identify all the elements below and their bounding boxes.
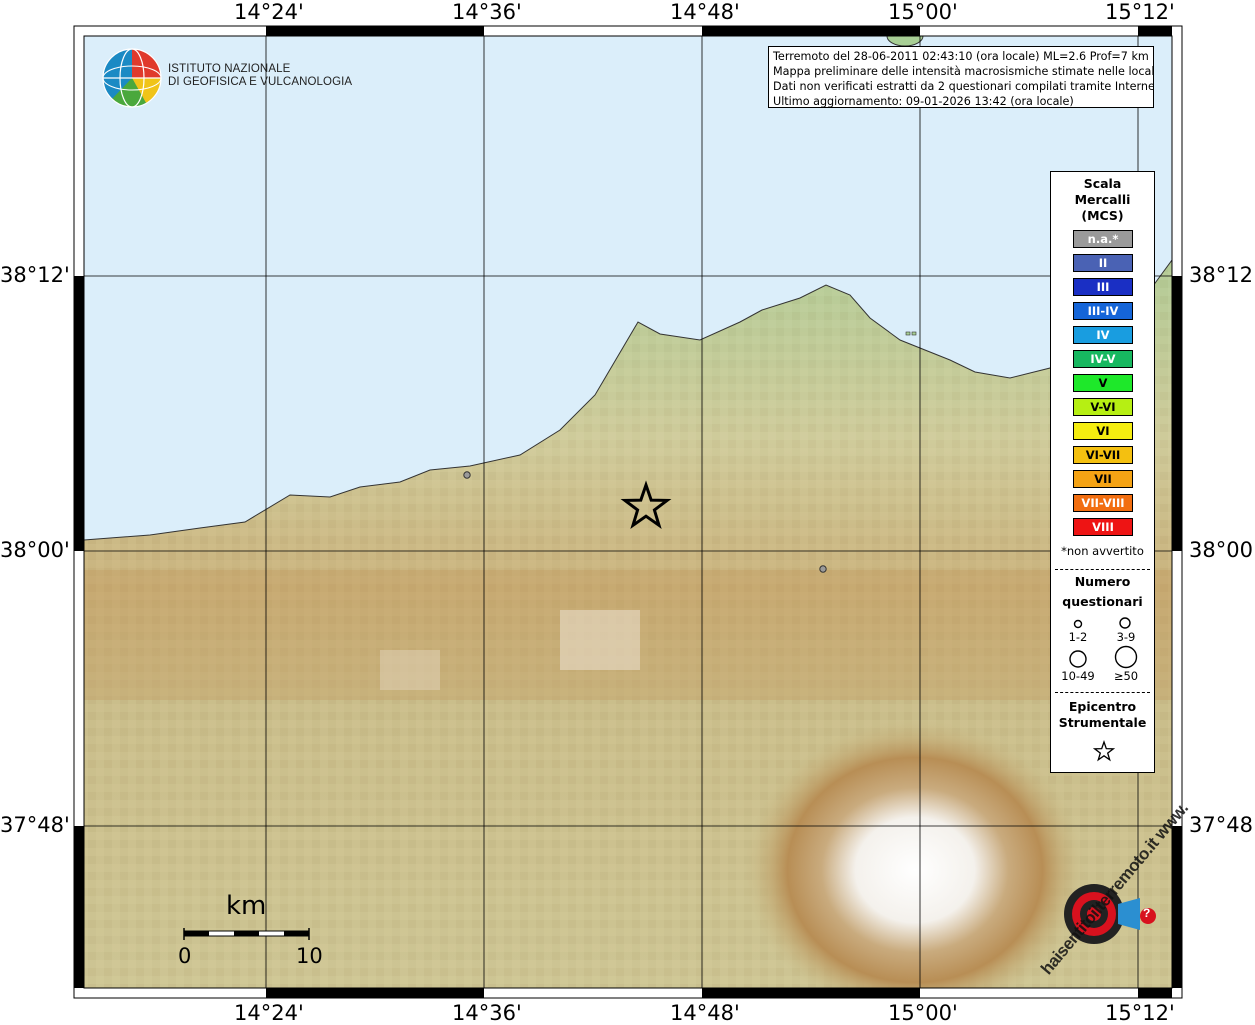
legend-intensity-v: V <box>1073 374 1133 392</box>
legend-title-line: Mercalli <box>1074 192 1131 207</box>
event-info-line: Ultimo aggiornamento: 09-01-2026 13:42 (… <box>773 95 1074 108</box>
event-info-line: Terremoto del 28-06-2011 02:43:10 (ora l… <box>773 50 1149 63</box>
legend-star-icon <box>1093 740 1115 762</box>
lat-label-left: 38°00' <box>0 538 70 562</box>
institute-line2: DI GEOFISICA E VULCANOLOGIA <box>168 76 353 88</box>
lon-label-bottom: 15°00' <box>888 1001 958 1025</box>
legend-intensity-vii-viii: VII-VIII <box>1073 494 1133 512</box>
scale-end: 10 <box>296 944 323 968</box>
lon-label-bottom: 14°48' <box>670 1001 740 1025</box>
watermark-question-icon: ? <box>1143 906 1151 920</box>
lat-label-right: 38°00' <box>1189 538 1255 562</box>
legend-intensity-vi: VI <box>1073 422 1133 440</box>
institute-line1: ISTITUTO NAZIONALE <box>168 63 291 75</box>
count-symbol-xlarge <box>1114 645 1138 669</box>
count-symbol-small <box>1073 619 1083 629</box>
count-class-label: ≥50 <box>1113 669 1139 683</box>
legend-title: Scala Mercalli (MCS) <box>1051 176 1154 224</box>
legend-intensity-vii: VII <box>1073 470 1133 488</box>
event-info-box: Terremoto del 28-06-2011 02:43:10 (ora l… <box>768 46 1154 108</box>
legend-separator <box>1055 692 1150 693</box>
epicenter-title: Epicentro Strumentale <box>1051 699 1154 731</box>
scale-unit: km <box>226 891 267 921</box>
lon-label-top: 14°24' <box>234 0 304 24</box>
legend-separator <box>1055 569 1150 570</box>
event-info-line: Dati non verificati estratti da 2 questi… <box>773 80 1154 93</box>
legend-intensity-iv-v: IV-V <box>1073 350 1133 368</box>
ingv-logo-icon <box>102 48 162 108</box>
legend-intensity-n-a-: n.a.* <box>1073 230 1133 248</box>
scale-start: 0 <box>178 944 192 968</box>
lon-label-top: 15°00' <box>888 0 958 24</box>
lon-label-bottom: 14°24' <box>234 1001 304 1025</box>
lat-label-right: 37°48' <box>1189 813 1255 837</box>
lat-label-right: 38°12' <box>1189 263 1255 287</box>
legend-intensity-viii: VIII <box>1073 518 1133 536</box>
legend-intensity-vi-vii: VI-VII <box>1073 446 1133 464</box>
not-felt-note: *non avvertito <box>1061 544 1144 558</box>
count-class-label: 3-9 <box>1116 630 1136 644</box>
epicenter-title-line: Epicentro <box>1068 699 1137 714</box>
questionnaire-point <box>463 471 471 479</box>
count-symbol-medium <box>1119 617 1131 629</box>
legend: Scala Mercalli (MCS) n.a.* II III III-IV IV I… <box>1050 171 1155 773</box>
lon-label-bottom: 14°36' <box>452 1001 522 1025</box>
count-title: Numero questionari <box>1051 572 1154 612</box>
count-symbol-large <box>1069 650 1087 668</box>
questionnaire-point <box>819 565 827 573</box>
lat-label-left: 38°12' <box>0 263 70 287</box>
count-title-line: Numero <box>1074 574 1131 589</box>
map-area <box>84 36 1172 988</box>
count-class-label: 10-49 <box>1061 669 1095 683</box>
count-title-line: questionari <box>1062 594 1143 609</box>
institute-name: ISTITUTO NAZIONALE DI GEOFISICA E VULCAN… <box>168 63 352 89</box>
legend-intensity-iv: IV <box>1073 326 1133 344</box>
legend-intensity-iii: III <box>1073 278 1133 296</box>
count-class-label: 1-2 <box>1068 630 1088 644</box>
lon-label-top: 15°12' <box>1105 0 1175 24</box>
legend-intensity-ii: II <box>1073 254 1133 272</box>
event-info-line: Mappa preliminare delle intensità macros… <box>773 65 1154 78</box>
legend-title-line: Scala <box>1083 176 1122 191</box>
lon-label-top: 14°48' <box>670 0 740 24</box>
legend-intensity-v-vi: V-VI <box>1073 398 1133 416</box>
lon-label-top: 14°36' <box>452 0 522 24</box>
lat-label-left: 37°48' <box>0 813 70 837</box>
legend-title-line: (MCS) <box>1081 208 1124 223</box>
legend-intensity-iii-iv: III-IV <box>1073 302 1133 320</box>
epicenter-title-line: Strumentale <box>1058 715 1147 730</box>
